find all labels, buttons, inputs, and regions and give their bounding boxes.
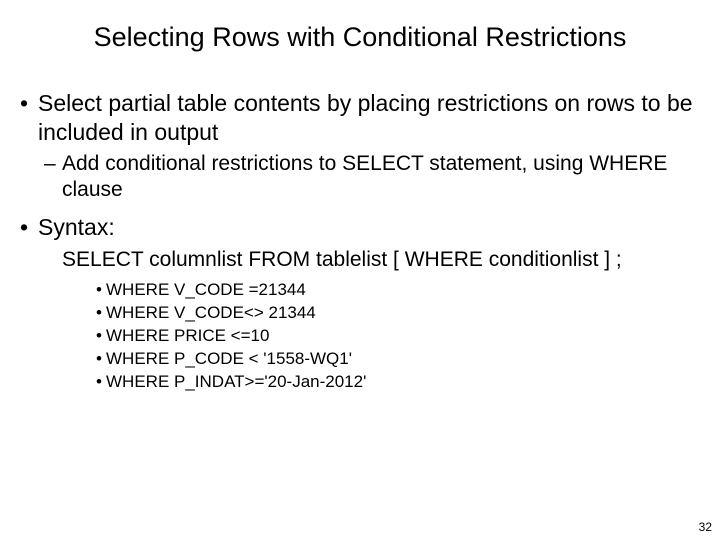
sub-bullet-text: Add conditional restrictions to SELECT s…	[62, 152, 667, 201]
bullet-text: Select partial table contents by placing…	[38, 90, 693, 145]
where-example: WHERE P_CODE < '1558-WQ1'	[96, 348, 702, 371]
where-text: WHERE P_CODE < '1558-WQ1'	[106, 349, 352, 368]
where-text: WHERE V_CODE<> 21344	[106, 303, 316, 322]
where-text: WHERE P_INDAT>='20-Jan-2012'	[106, 372, 366, 391]
where-text: WHERE V_CODE =21344	[106, 280, 306, 299]
where-examples-list: WHERE V_CODE =21344 WHERE V_CODE<> 21344…	[20, 279, 702, 394]
bullet-text: Syntax:	[38, 214, 115, 240]
page-number: 32	[699, 520, 712, 534]
where-example: WHERE P_INDAT>='20-Jan-2012'	[96, 371, 702, 394]
slide-content: Select partial table contents by placing…	[18, 89, 702, 394]
where-example: WHERE PRICE <=10	[96, 325, 702, 348]
slide-title: Selecting Rows with Conditional Restrict…	[18, 22, 702, 53]
syntax-statement: SELECT columnlist FROM tablelist [ WHERE…	[20, 246, 702, 273]
where-text: WHERE PRICE <=10	[106, 326, 269, 345]
where-example: WHERE V_CODE<> 21344	[96, 302, 702, 325]
sub-bullet-item: Add conditional restrictions to SELECT s…	[20, 151, 702, 204]
bullet-item: Select partial table contents by placing…	[20, 89, 702, 147]
where-example: WHERE V_CODE =21344	[96, 279, 702, 302]
bullet-item: Syntax:	[20, 213, 702, 242]
